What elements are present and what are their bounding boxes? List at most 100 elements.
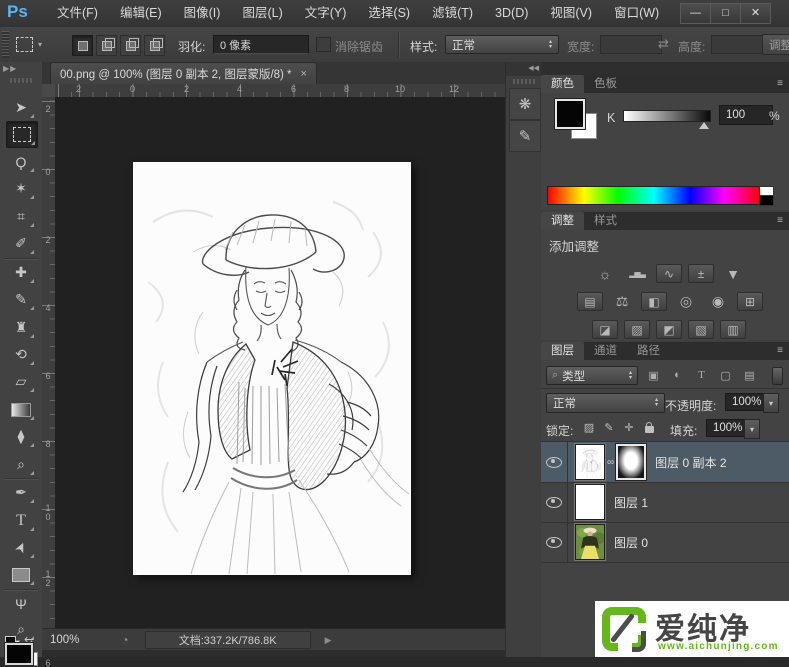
- eraser-tool[interactable]: ▱: [6, 369, 36, 394]
- strip-grip[interactable]: [513, 79, 535, 84]
- layer-mask-thumbnail[interactable]: [616, 444, 646, 480]
- lock-transparent-pixels-icon[interactable]: ▨: [581, 420, 597, 435]
- color-spectrum-ramp[interactable]: [547, 186, 761, 205]
- path-selection-tool[interactable]: ➤: [6, 535, 36, 560]
- menu-filter[interactable]: 滤镜(T): [421, 0, 484, 27]
- filter-smart-object-icon[interactable]: ▤: [741, 367, 758, 383]
- canvas[interactable]: [133, 162, 411, 575]
- tab-styles[interactable]: 样式: [584, 212, 627, 230]
- foreground-color-swatch[interactable]: [5, 643, 33, 665]
- tab-layers[interactable]: 图层: [541, 342, 584, 360]
- gradient-tool[interactable]: [6, 397, 36, 422]
- menu-3d[interactable]: 3D(D): [484, 0, 539, 27]
- antialias-checkbox[interactable]: [316, 37, 331, 52]
- lasso-tool[interactable]: Ϙ: [6, 149, 36, 174]
- posterize-icon[interactable]: ▨: [624, 320, 650, 339]
- rectangular-marquee-tool[interactable]: [6, 121, 38, 148]
- selective-color-icon[interactable]: ▥: [720, 320, 746, 339]
- menu-type[interactable]: 文字(Y): [294, 0, 358, 27]
- dodge-tool[interactable]: ⌕: [6, 452, 36, 477]
- lock-position-icon[interactable]: ✛: [621, 420, 637, 435]
- gradient-map-icon[interactable]: ▧: [688, 320, 714, 339]
- minimize-button[interactable]: —: [680, 3, 710, 24]
- layer-thumbnail[interactable]: [575, 524, 605, 560]
- foreground-swatch[interactable]: [555, 99, 585, 129]
- menu-select[interactable]: 选择(S): [357, 0, 421, 27]
- style-dropdown[interactable]: 正常 ▴▾: [445, 35, 559, 54]
- tool-preset-picker[interactable]: ▾: [16, 35, 56, 54]
- brush-presets-panel-button[interactable]: ❋: [509, 88, 541, 120]
- color-balance-icon[interactable]: ⚖: [609, 292, 635, 311]
- width-input[interactable]: [600, 35, 662, 54]
- add-to-selection-button[interactable]: [96, 35, 117, 56]
- black-swatch[interactable]: [759, 195, 774, 206]
- history-brush-tool[interactable]: ⟲: [6, 342, 36, 367]
- brush-tool[interactable]: ✎: [6, 287, 36, 312]
- horizontal-ruler[interactable]: 2 0 2 4 6 8 10 12: [55, 84, 505, 98]
- options-grip[interactable]: [2, 31, 9, 58]
- opacity-dropdown-icon[interactable]: ▾: [763, 393, 779, 413]
- fill-dropdown-icon[interactable]: ▾: [744, 419, 760, 439]
- layer-name[interactable]: 图层 0 副本 2: [655, 454, 726, 471]
- intersect-selection-button[interactable]: [144, 35, 165, 56]
- filter-shape-layers-icon[interactable]: ▢: [717, 367, 734, 383]
- panel-menu-icon[interactable]: ≡: [777, 212, 789, 230]
- vibrance-icon[interactable]: ▼: [720, 264, 746, 283]
- brushes-panel-button[interactable]: ✎: [509, 120, 541, 152]
- layer-name[interactable]: 图层 0: [614, 534, 648, 551]
- layer-thumbnail[interactable]: [575, 484, 605, 520]
- document-info[interactable]: 文档:337.2K/786.8K: [145, 631, 311, 649]
- tab-paths[interactable]: 路径: [627, 342, 670, 360]
- swap-width-height-icon[interactable]: ⇄: [658, 36, 669, 52]
- layer-row-2[interactable]: 图层 0: [541, 522, 789, 563]
- filter-adjustment-layers-icon[interactable]: ◐: [669, 367, 686, 383]
- vertical-ruler[interactable]: 2 0 2 4 6 8 10 12 14 16: [42, 97, 56, 628]
- document-tab[interactable]: 00.png @ 100% (图层 0 副本 2, 图层蒙版/8) * ×: [50, 62, 317, 85]
- rectangle-tool[interactable]: [6, 562, 36, 587]
- move-tool[interactable]: ➤: [6, 95, 36, 120]
- lock-all-icon[interactable]: [641, 420, 657, 435]
- invert-icon[interactable]: ◪: [592, 320, 618, 339]
- k-slider-thumb[interactable]: [699, 122, 709, 129]
- tab-close-icon[interactable]: ×: [301, 68, 307, 80]
- layer-filter-type-dropdown[interactable]: ⌕ 类型 ▴▾: [546, 366, 638, 385]
- tab-channels[interactable]: 通道: [584, 342, 627, 360]
- layer-visibility-toggle[interactable]: [541, 442, 568, 482]
- status-expand-icon[interactable]: ▶: [325, 635, 332, 646]
- menu-image[interactable]: 图像(I): [173, 0, 232, 27]
- expand-panels-icon[interactable]: ◀◀: [506, 62, 542, 76]
- pen-tool[interactable]: ✒: [6, 480, 36, 505]
- black-white-icon[interactable]: ◧: [641, 292, 667, 311]
- crop-tool[interactable]: ⌗: [6, 204, 36, 229]
- channel-mixer-icon[interactable]: ◉: [705, 292, 731, 311]
- filter-pixel-layers-icon[interactable]: ▣: [645, 367, 662, 383]
- menu-view[interactable]: 视图(V): [539, 0, 603, 27]
- layer-visibility-toggle[interactable]: [541, 522, 568, 562]
- zoom-level[interactable]: 100%: [50, 634, 79, 646]
- menu-window[interactable]: 窗口(W): [603, 0, 670, 27]
- eyedropper-tool[interactable]: ✐: [6, 231, 36, 256]
- clone-stamp-tool[interactable]: ♜: [6, 315, 36, 340]
- color-lookup-icon[interactable]: ⊞: [737, 292, 763, 311]
- k-value-input[interactable]: 100: [719, 105, 773, 125]
- brightness-contrast-icon[interactable]: ☼: [592, 264, 618, 283]
- hand-tool[interactable]: Ψ: [6, 591, 36, 616]
- k-slider-track[interactable]: [623, 110, 711, 122]
- refine-edge-button[interactable]: 调整边缘: [762, 34, 789, 55]
- layer-row-0[interactable]: ∞ 图层 0 副本 2: [541, 442, 789, 483]
- tab-swatches[interactable]: 色板: [584, 75, 627, 93]
- spot-healing-brush-tool[interactable]: ✚: [6, 260, 36, 285]
- panel-menu-icon[interactable]: ≡: [777, 342, 789, 360]
- lock-image-pixels-icon[interactable]: ✎: [601, 420, 617, 435]
- type-tool[interactable]: T: [6, 508, 36, 533]
- tab-color[interactable]: 颜色: [541, 75, 584, 93]
- tab-adjustments[interactable]: 调整: [541, 212, 584, 230]
- hue-saturation-icon[interactable]: ▤: [577, 292, 603, 311]
- feather-input[interactable]: 0 像素: [213, 35, 309, 54]
- close-button[interactable]: ✕: [740, 3, 771, 24]
- subtract-from-selection-button[interactable]: [120, 35, 141, 56]
- blur-tool[interactable]: ⧫: [6, 424, 36, 449]
- blend-mode-dropdown[interactable]: 正常 ▴▾: [546, 393, 665, 413]
- menu-file[interactable]: 文件(F): [46, 0, 109, 27]
- toolbar-collapse-icon[interactable]: ▶▶: [3, 64, 17, 73]
